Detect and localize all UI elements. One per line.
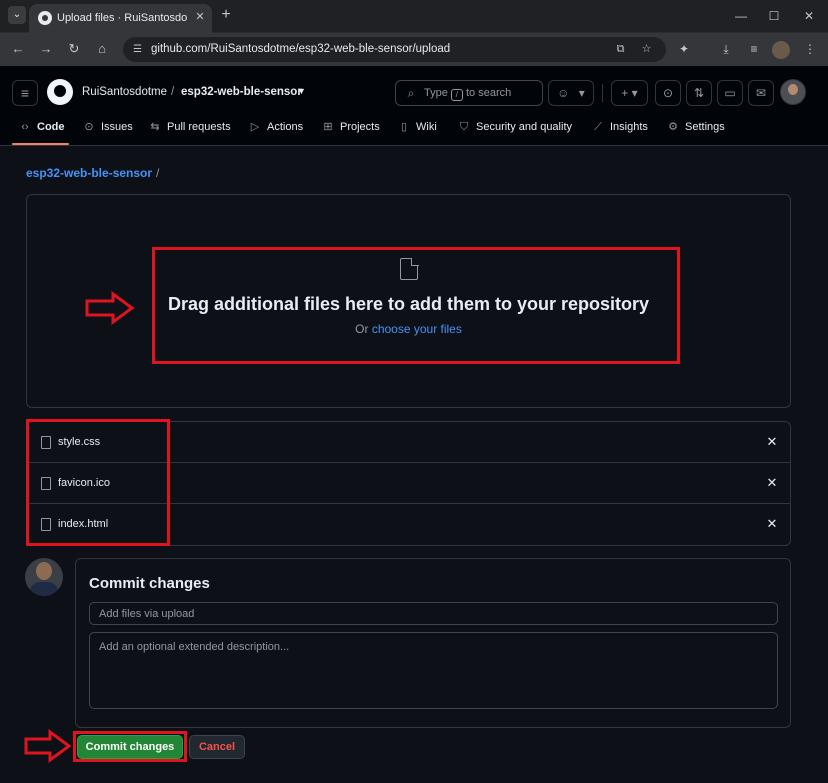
file-name: index.html [58,518,109,530]
commit-description-input[interactable] [89,632,778,709]
list-item: index.html ✕ [27,504,790,545]
tab-close-icon[interactable]: ✕ [193,10,207,24]
breadcrumb-separator: / [156,166,160,180]
browser-tab[interactable]: Upload files · RuiSantosdotme/esp32-web-… [29,4,212,33]
file-icon [400,257,419,280]
user-avatar[interactable] [780,79,806,105]
commit-title: Commit changes [89,575,210,592]
repo-caret-icon[interactable]: ▼ [297,86,306,96]
reload-icon[interactable]: ↻ [66,41,82,57]
choose-files-link[interactable]: choose your files [372,322,462,336]
search-placeholder: Type / to search [424,87,512,101]
create-new-button[interactable]: + ▾ [611,80,648,106]
inbox-icon[interactable]: ✉ [748,80,774,106]
shield-icon: ⛉ [459,121,469,133]
tab-security[interactable]: ⛉ Security and quality [457,116,572,146]
list-item: style.css ✕ [27,422,790,463]
window-close-icon[interactable]: ✕ [801,8,817,24]
copilot-button[interactable]: ☺ ▾ [548,80,594,106]
book-icon: ▯ [400,121,408,133]
site-info-icon[interactable]: ☰ [131,43,144,56]
github-header: ≡ RuiSantosdotme / esp32-web-ble-sensor … [0,66,828,146]
github-favicon-icon [38,11,52,25]
code-icon: ‹› [21,121,29,133]
tab-pull-requests[interactable]: ⇆ Pull requests [148,116,230,146]
drop-zone-subtitle: Or choose your files [355,322,462,336]
tab-projects[interactable]: ⊞ Projects [321,116,379,146]
breadcrumb-repo-link[interactable]: esp32-web-ble-sensor [26,166,152,180]
new-tab-icon[interactable]: + [219,7,233,23]
hamburger-menu-icon[interactable]: ≡ [12,80,38,106]
remove-file-icon[interactable]: ✕ [764,516,780,532]
file-name: style.css [58,436,101,448]
bookmark-star-icon[interactable]: ☆ [639,42,654,57]
copilot-icon: ☺ [557,86,570,100]
browser-menu-icon[interactable]: ⋮ [802,41,818,57]
tab-wiki[interactable]: ▯ Wiki [397,116,437,146]
table-icon: ⊞ [323,121,333,133]
file-icon [41,436,51,449]
pull-requests-icon[interactable]: ⇅ [686,80,712,106]
annotation-arrow-icon [85,291,135,325]
forward-icon[interactable]: → [38,41,54,57]
browser-toolbar: ← → ↻ ⌂ ☰ github.com/RuiSantosdotme/esp3… [0,33,828,66]
pull-request-icon: ⇆ [150,121,160,133]
browser-tab-bar: ⌄ Upload files · RuiSantosdotme/esp32-we… [0,0,828,33]
commit-changes-button[interactable]: Commit changes [77,735,183,759]
file-icon [41,518,51,531]
remove-file-icon[interactable]: ✕ [764,475,780,491]
remove-file-icon[interactable]: ✕ [764,434,780,450]
profile-avatar[interactable] [772,41,790,59]
github-logo-icon[interactable] [47,79,73,105]
tab-code[interactable]: ‹› Code [18,116,64,146]
graph-icon: ⟋ [594,121,602,133]
uploaded-file-list: style.css ✕ favicon.ico ✕ index.html ✕ [26,421,791,546]
commit-summary-input[interactable] [89,602,778,625]
search-shortcut-key: / [450,89,463,101]
file-name: favicon.ico [58,477,110,489]
cancel-button[interactable]: Cancel [189,735,245,759]
committer-avatar [25,558,63,596]
tab-actions[interactable]: ▷ Actions [248,116,303,146]
repo-owner-link[interactable]: RuiSantosdotme [82,86,167,98]
repositories-icon[interactable]: ▭ [717,80,743,106]
back-icon[interactable]: ← [10,41,26,57]
reading-list-icon[interactable]: ≡ [746,41,762,57]
search-input[interactable]: ⌕ Type / to search [395,80,543,106]
extensions-icon[interactable]: ✦ [676,41,692,57]
gear-icon: ⚙ [668,121,678,133]
tab-search-icon[interactable]: ⌄ [8,6,26,24]
repo-name-link[interactable]: esp32-web-ble-sensor [181,86,302,98]
downloads-icon[interactable]: ⤓ [718,41,734,57]
create-caret-icon: ▾ [631,86,638,100]
play-icon: ▷ [250,121,260,133]
tab-issues[interactable]: ⊙ Issues [82,116,132,146]
maximize-icon[interactable]: ☐ [766,8,782,24]
home-icon[interactable]: ⌂ [94,41,110,57]
list-item: favicon.ico ✕ [27,463,790,504]
tab-settings[interactable]: ⚙ Settings [666,116,725,146]
issues-icon[interactable]: ⊙ [655,80,681,106]
repo-nav: ‹› Code ⊙ Issues ⇆ Pull requests ▷ Actions ⊞… [0,116,828,146]
plus-icon: + [621,86,629,100]
breadcrumb: esp32-web-ble-sensor / [26,166,159,180]
search-icon: ⌕ [407,86,415,100]
address-bar[interactable]: ☰ github.com/RuiSantosdotme/esp32-web-bl… [123,37,666,62]
drop-zone-title: Drag additional files here to add them t… [167,294,650,314]
install-app-icon[interactable]: ⧉ [613,42,628,57]
annotation-arrow-icon [24,729,72,763]
minimize-icon[interactable]: — [733,8,749,24]
copilot-caret-icon[interactable]: ▾ [579,86,585,100]
owner-repo-separator: / [171,86,175,98]
file-drop-zone[interactable]: Drag additional files here to add them t… [26,194,791,408]
tab-insights[interactable]: ⟋ Insights [591,116,648,146]
issue-icon: ⊙ [84,121,94,133]
file-icon [41,477,51,490]
active-tab-indicator [12,143,69,145]
header-divider [602,84,603,102]
tab-title: Upload files · RuiSantosdotme/esp32-web-… [57,12,187,24]
url-text[interactable]: github.com/RuiSantosdotme/esp32-web-ble-… [151,43,450,55]
commit-panel: Commit changes [75,558,791,728]
